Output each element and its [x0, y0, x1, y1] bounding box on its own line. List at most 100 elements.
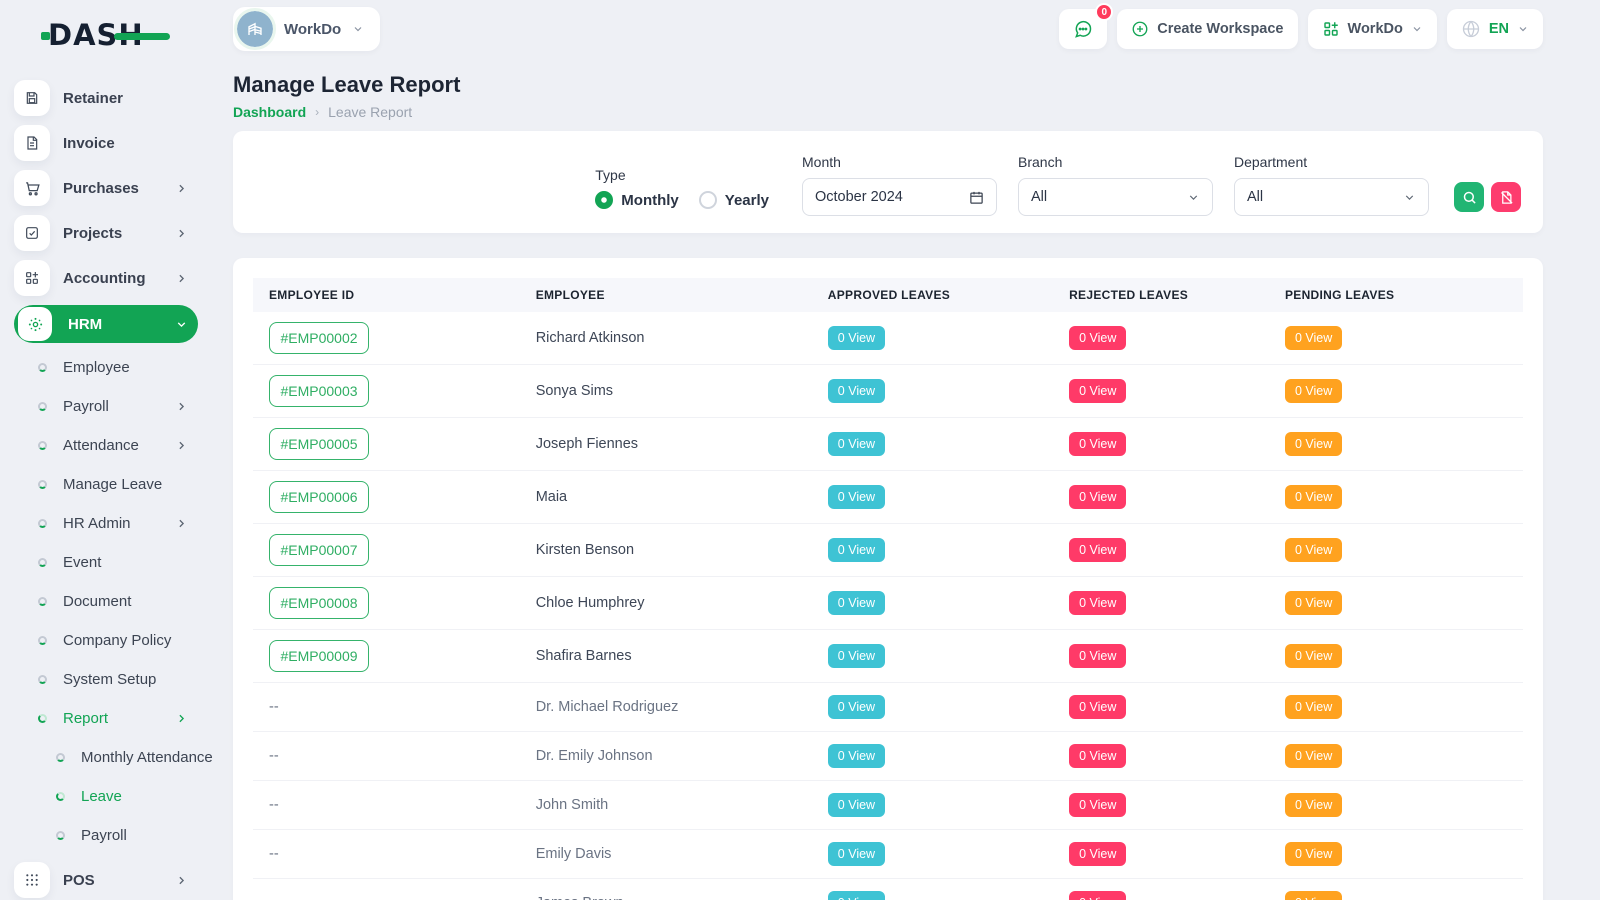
topbar-actions: 0 Create Workspace WorkDo — [1059, 9, 1543, 49]
approved-leaves-badge[interactable]: 0 View — [828, 644, 885, 668]
sidebar-item-label: HR Admin — [63, 515, 175, 532]
approved-leaves-badge[interactable]: 0 View — [828, 379, 885, 403]
sidebar-item-hr-admin[interactable]: HR Admin — [14, 511, 198, 535]
sidebar-item-attendance[interactable]: Attendance — [14, 433, 198, 457]
create-workspace-button[interactable]: Create Workspace — [1117, 9, 1297, 49]
department-value: All — [1247, 189, 1263, 205]
sidebar-item-payroll[interactable]: Payroll — [14, 823, 198, 847]
table-row: --Dr. Michael Rodriguez0 View0 View0 Vie… — [253, 683, 1523, 732]
employee-id-button[interactable]: #EMP00003 — [269, 375, 369, 407]
approved-leaves-badge[interactable]: 0 View — [828, 842, 885, 866]
sidebar-item-system-setup[interactable]: System Setup — [14, 667, 198, 691]
approved-leaves-badge[interactable]: 0 View — [828, 591, 885, 615]
workdo-menu-button[interactable]: WorkDo — [1308, 9, 1437, 49]
employee-id-empty: -- — [269, 895, 279, 900]
employee-id-button[interactable]: #EMP00008 — [269, 587, 369, 619]
search-button[interactable] — [1454, 182, 1484, 212]
pending-leaves-badge[interactable]: 0 View — [1285, 432, 1342, 456]
sidebar-item-monthly-attendance[interactable]: Monthly Attendance — [14, 745, 198, 769]
branch-label: Branch — [1018, 154, 1213, 170]
sidebar-item-leave[interactable]: Leave — [14, 784, 198, 808]
pending-leaves-badge[interactable]: 0 View — [1285, 842, 1342, 866]
employee-id-button[interactable]: #EMP00002 — [269, 322, 369, 354]
pending-leaves-badge[interactable]: 0 View — [1285, 591, 1342, 615]
employee-id-button[interactable]: #EMP00009 — [269, 640, 369, 672]
approved-leaves-badge[interactable]: 0 View — [828, 326, 885, 350]
approved-leaves-badge[interactable]: 0 View — [828, 793, 885, 817]
sidebar-item-pos[interactable]: POS — [14, 862, 198, 898]
rejected-leaves-badge[interactable]: 0 View — [1069, 538, 1126, 562]
sidebar-nav: Retainer Invoice Purchases Projects Accounti… — [14, 80, 205, 898]
employee-id-button[interactable]: #EMP00005 — [269, 428, 369, 460]
approved-leaves-badge[interactable]: 0 View — [828, 891, 885, 900]
sidebar-item-report[interactable]: Report — [14, 706, 198, 730]
sidebar-item-projects[interactable]: Projects — [14, 215, 198, 251]
language-label: EN — [1489, 21, 1509, 37]
sidebar-item-document[interactable]: Document — [14, 589, 198, 613]
bullet-icon — [38, 480, 47, 489]
chevron-right-icon — [175, 272, 188, 285]
sidebar-item-label: Projects — [63, 225, 175, 242]
cart-icon — [14, 170, 50, 206]
pending-leaves-badge[interactable]: 0 View — [1285, 379, 1342, 403]
rejected-leaves-badge[interactable]: 0 View — [1069, 591, 1126, 615]
sidebar-item-label: System Setup — [63, 671, 198, 688]
sidebar-item-event[interactable]: Event — [14, 550, 198, 574]
sidebar-item-company-policy[interactable]: Company Policy — [14, 628, 198, 652]
breadcrumb-dashboard-link[interactable]: Dashboard — [233, 104, 306, 120]
sidebar-item-retainer[interactable]: Retainer — [14, 80, 198, 116]
rejected-leaves-badge[interactable]: 0 View — [1069, 744, 1126, 768]
sidebar-item-invoice[interactable]: Invoice — [14, 125, 198, 161]
rejected-leaves-badge[interactable]: 0 View — [1069, 379, 1126, 403]
radio-yearly[interactable]: Yearly — [699, 191, 769, 209]
pending-leaves-badge[interactable]: 0 View — [1285, 538, 1342, 562]
employee-id-empty: -- — [269, 846, 279, 862]
approved-leaves-badge[interactable]: 0 View — [828, 432, 885, 456]
sidebar-item-manage-leave[interactable]: Manage Leave — [14, 472, 198, 496]
pending-leaves-badge[interactable]: 0 View — [1285, 695, 1342, 719]
department-select[interactable]: All — [1234, 178, 1429, 216]
pending-leaves-badge[interactable]: 0 View — [1285, 326, 1342, 350]
pending-leaves-badge[interactable]: 0 View — [1285, 793, 1342, 817]
branch-select[interactable]: All — [1018, 178, 1213, 216]
employee-id-button[interactable]: #EMP00006 — [269, 481, 369, 513]
approved-leaves-badge[interactable]: 0 View — [828, 485, 885, 509]
workspace-switcher[interactable]: WorkDo — [233, 7, 380, 51]
chevron-right-icon — [175, 182, 188, 195]
radio-monthly[interactable]: Monthly — [595, 191, 679, 209]
rejected-leaves-badge[interactable]: 0 View — [1069, 793, 1126, 817]
language-button[interactable]: EN — [1447, 9, 1543, 49]
sidebar-item-payroll[interactable]: Payroll — [14, 394, 198, 418]
bullet-icon — [38, 675, 47, 684]
rejected-leaves-badge[interactable]: 0 View — [1069, 432, 1126, 456]
approved-leaves-badge[interactable]: 0 View — [828, 744, 885, 768]
messages-button[interactable]: 0 — [1059, 9, 1107, 49]
brand-logo[interactable]: DASH — [48, 18, 168, 54]
rejected-leaves-badge[interactable]: 0 View — [1069, 644, 1126, 668]
approved-leaves-badge[interactable]: 0 View — [828, 538, 885, 562]
branch-value: All — [1031, 189, 1047, 205]
sidebar-item-purchases[interactable]: Purchases — [14, 170, 198, 206]
rejected-leaves-badge[interactable]: 0 View — [1069, 695, 1126, 719]
employee-name: Emily Davis — [536, 846, 612, 862]
grid-plus-icon — [1322, 20, 1340, 38]
employee-id-button[interactable]: #EMP00007 — [269, 534, 369, 566]
pending-leaves-badge[interactable]: 0 View — [1285, 485, 1342, 509]
chevron-down-icon — [1403, 191, 1416, 204]
sidebar-item-accounting[interactable]: Accounting — [14, 260, 198, 296]
bullet-icon — [38, 402, 47, 411]
rejected-leaves-badge[interactable]: 0 View — [1069, 485, 1126, 509]
approved-leaves-badge[interactable]: 0 View — [828, 695, 885, 719]
table-row: #EMP00007Kirsten Benson0 View0 View0 Vie… — [253, 524, 1523, 577]
sidebar-item-hrm[interactable]: HRM — [14, 305, 198, 343]
rejected-leaves-badge[interactable]: 0 View — [1069, 326, 1126, 350]
reset-filter-button[interactable] — [1491, 182, 1521, 212]
rejected-leaves-badge[interactable]: 0 View — [1069, 842, 1126, 866]
sidebar-item-employee[interactable]: Employee — [14, 355, 198, 379]
pending-leaves-badge[interactable]: 0 View — [1285, 891, 1342, 900]
month-input[interactable]: October 2024 — [802, 178, 997, 216]
table-header-row: EMPLOYEE IDEMPLOYEEAPPROVED LEAVESREJECT… — [253, 278, 1523, 312]
rejected-leaves-badge[interactable]: 0 View — [1069, 891, 1126, 900]
pending-leaves-badge[interactable]: 0 View — [1285, 744, 1342, 768]
pending-leaves-badge[interactable]: 0 View — [1285, 644, 1342, 668]
